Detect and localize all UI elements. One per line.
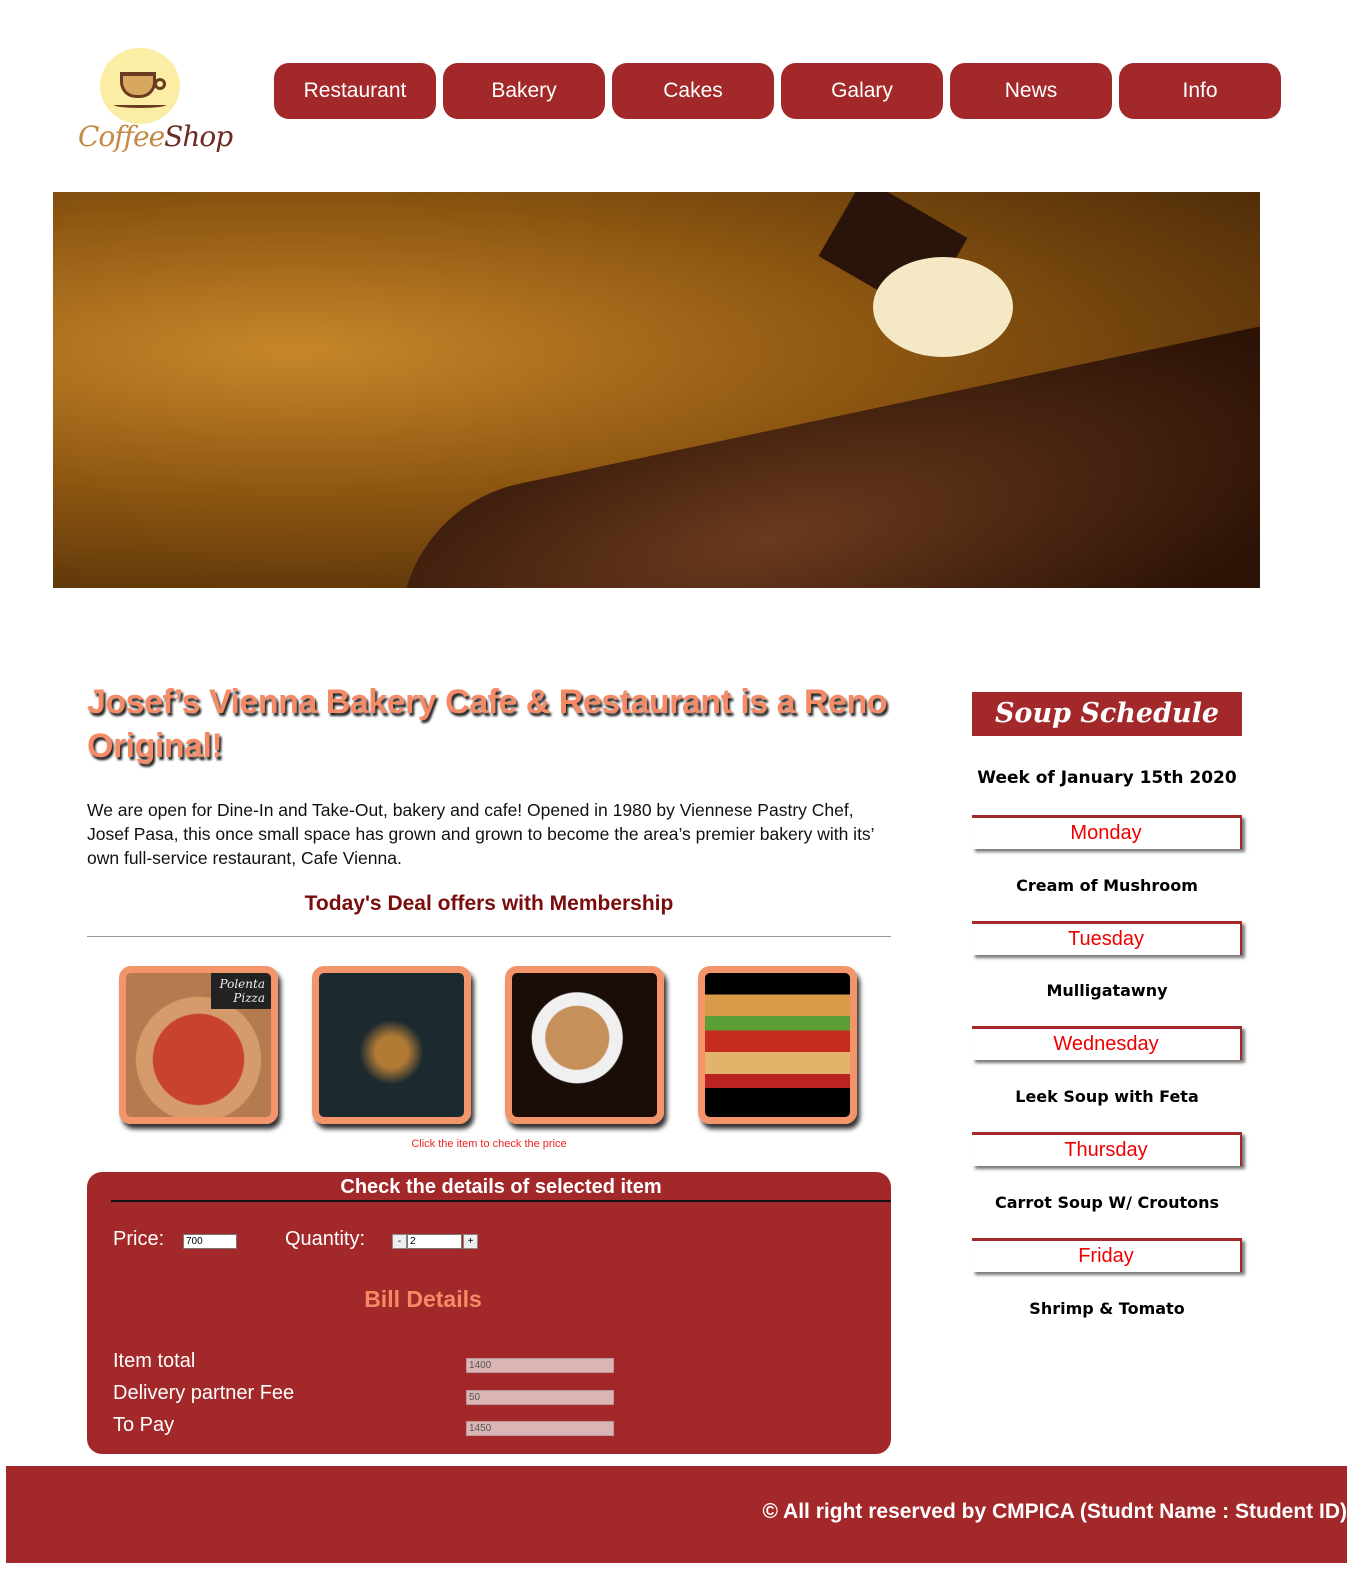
main-content: Josef’s Vienna Bakery Cafe & Restaurant … <box>87 680 891 1150</box>
quantity-label: Quantity: <box>285 1228 366 1250</box>
hero-image-eclair <box>53 192 1260 588</box>
week-label: Week of January 15th 2020 <box>977 768 1237 788</box>
item-appetizer[interactable] <box>312 966 471 1124</box>
delivery-fee-field[interactable] <box>466 1390 614 1405</box>
logo-text: CoffeeShop <box>78 120 233 153</box>
soup-schedule-title: Soup Schedule <box>972 692 1242 736</box>
deal-items: Polenta Pizza <box>119 966 857 1124</box>
price-input[interactable] <box>183 1234 237 1249</box>
cup-handle <box>154 78 166 90</box>
to-pay-field[interactable] <box>466 1421 614 1436</box>
nav-info[interactable]: Info <box>1119 63 1281 119</box>
to-pay-label: To Pay <box>113 1414 175 1436</box>
nav-restaurant[interactable]: Restaurant <box>274 63 436 119</box>
pizza-caption: Polenta Pizza <box>211 973 271 1009</box>
delivery-fee-label: Delivery partner Fee <box>113 1382 295 1404</box>
main-nav: Restaurant Bakery Cakes Galary News Info <box>274 63 1281 119</box>
saucer <box>114 102 166 108</box>
soup-schedule: Soup Schedule Week of January 15th 2020 … <box>972 692 1242 1318</box>
panel-title: Check the details of selected item <box>111 1176 891 1202</box>
coffee-shop-logo[interactable]: CoffeeShop <box>78 46 233 171</box>
item-total-label: Item total <box>113 1350 196 1372</box>
increment-button[interactable]: + <box>463 1234 478 1249</box>
item-latte[interactable] <box>505 966 664 1124</box>
item-sandwich[interactable] <box>698 966 857 1124</box>
decrement-button[interactable]: - <box>392 1234 407 1249</box>
page-title: Josef’s Vienna Bakery Cafe & Restaurant … <box>87 683 888 765</box>
item-polenta-pizza[interactable]: Polenta Pizza <box>119 966 278 1124</box>
quantity-input[interactable] <box>407 1234 462 1249</box>
price-label: Price: <box>113 1228 165 1250</box>
soup-wednesday: Leek Soup with Feta <box>1015 1087 1199 1106</box>
nav-bakery[interactable]: Bakery <box>443 63 605 119</box>
day-friday: Friday <box>972 1238 1242 1272</box>
chocolate-eclair <box>372 315 1260 588</box>
deal-heading: Today's Deal offers with Membership <box>304 892 674 915</box>
divider <box>87 936 891 937</box>
copyright-text: © All right reserved by CMPICA (Studnt N… <box>762 1500 1347 1523</box>
item-total-field[interactable] <box>466 1358 614 1373</box>
item-details-panel: Check the details of selected item Price… <box>87 1172 891 1454</box>
nav-news[interactable]: News <box>950 63 1112 119</box>
nav-cakes[interactable]: Cakes <box>612 63 774 119</box>
day-tuesday: Tuesday <box>972 921 1242 955</box>
soup-tuesday: Mulligatawny <box>1046 981 1168 1000</box>
bill-details-heading: Bill Details <box>364 1286 482 1312</box>
soup-thursday: Carrot Soup W/ Croutons <box>994 1193 1220 1212</box>
soup-friday: Shrimp & Tomato <box>1029 1299 1185 1318</box>
nav-galary[interactable]: Galary <box>781 63 943 119</box>
click-hint: Click the item to check the price <box>411 1138 567 1150</box>
whipped-cream <box>873 257 1013 357</box>
day-monday: Monday <box>972 815 1242 849</box>
soup-monday: Cream of Mushroom <box>1016 876 1198 895</box>
day-wednesday: Wednesday <box>972 1026 1242 1060</box>
day-thursday: Thursday <box>972 1132 1242 1166</box>
footer: © All right reserved by CMPICA (Studnt N… <box>6 1466 1347 1563</box>
intro-text: We are open for Dine-In and Take-Out, ba… <box>87 800 874 868</box>
